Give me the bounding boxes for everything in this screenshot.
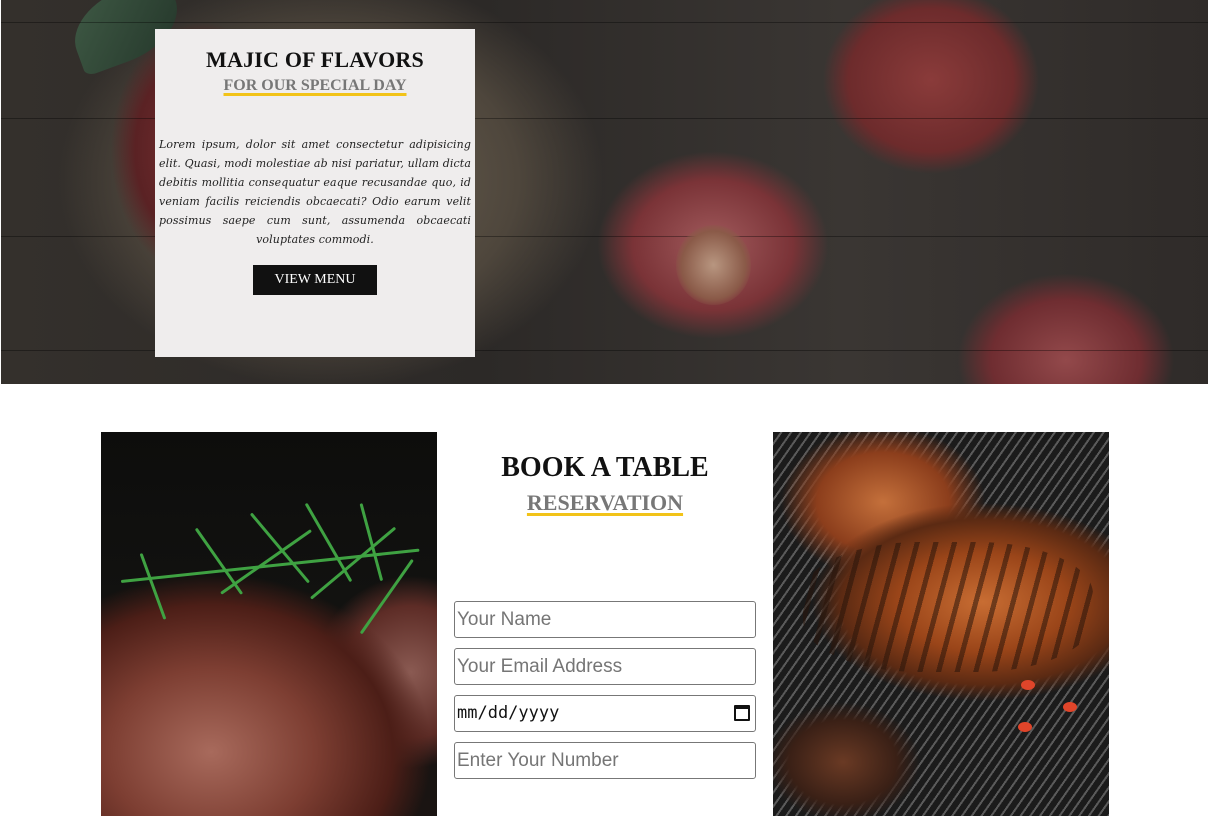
- email-input[interactable]: Your Email Address: [454, 648, 756, 685]
- rosemary-leaf: [359, 558, 414, 635]
- date-input[interactable]: mm/dd/yyyy: [454, 695, 756, 732]
- hero-description: Lorem ipsum, dolor sit amet consectetur …: [159, 138, 471, 246]
- hero-subtitle: FOR OUR SPECIAL DAY: [223, 77, 407, 94]
- grilled-chicken-photo: [773, 432, 1109, 816]
- date-placeholder: mm/dd/yyyy: [457, 703, 560, 723]
- reservation-title: BOOK A TABLE: [501, 452, 709, 483]
- hero-banner: MAJIC OF FLAVORS FOR OUR SPECIAL DAY Lor…: [1, 0, 1208, 384]
- ember: [1018, 722, 1032, 732]
- reservation-subtitle: RESERVATION: [526, 490, 684, 515]
- ember: [1063, 702, 1077, 712]
- promo-card: MAJIC OF FLAVORS FOR OUR SPECIAL DAY Lor…: [155, 29, 475, 357]
- rosemary-leaf: [249, 512, 310, 584]
- phone-number-input[interactable]: Enter Your Number: [454, 742, 756, 779]
- fruit-pit: [676, 225, 751, 305]
- name-input[interactable]: Your Name: [454, 601, 756, 638]
- view-menu-button[interactable]: VIEW MENU: [253, 265, 377, 295]
- steak-photo: [101, 432, 437, 816]
- ember: [1021, 680, 1035, 690]
- hero-title: MAJIC OF FLAVORS: [206, 47, 424, 72]
- calendar-icon[interactable]: [734, 705, 750, 721]
- rosemary-leaf: [139, 552, 167, 620]
- wood-plank-line: [1, 22, 1208, 23]
- grill-marks: [803, 542, 1093, 672]
- reservation-section: BOOK A TABLE RESERVATION Your Name Your …: [437, 432, 773, 816]
